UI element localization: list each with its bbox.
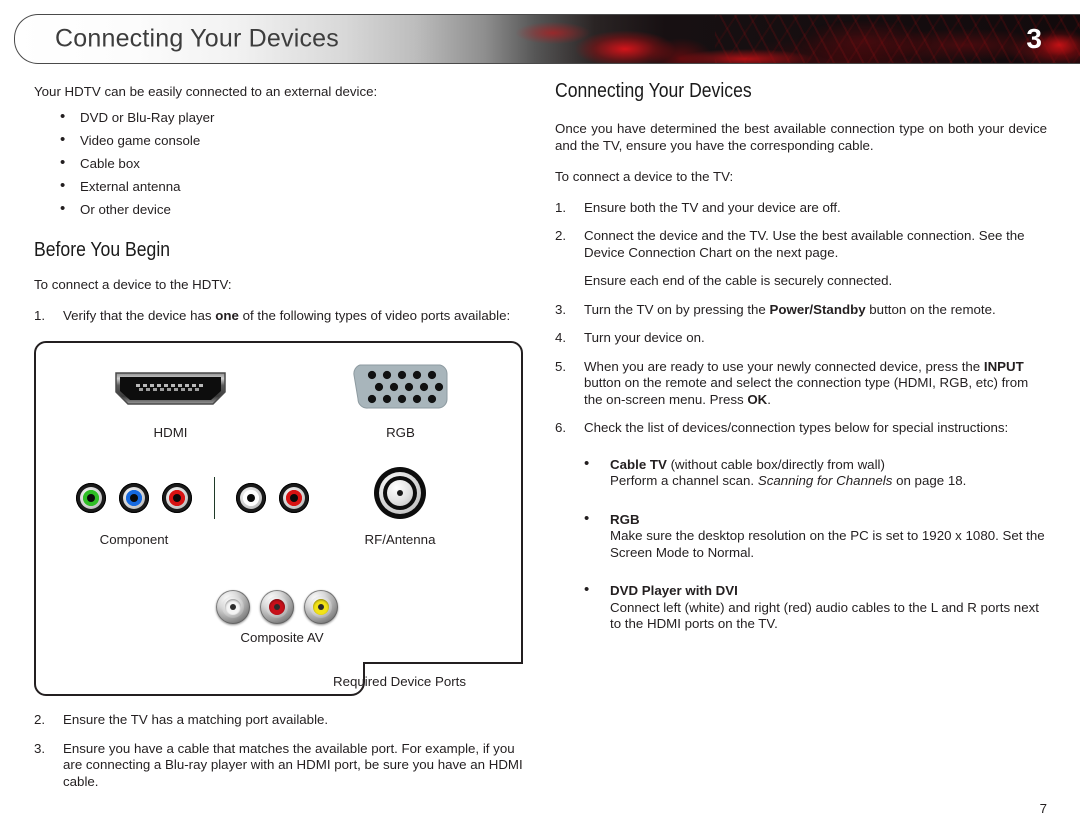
rf-antenna-port-icon	[374, 467, 426, 519]
step-text: Ensure the TV has a matching port availa…	[63, 712, 329, 727]
step-item: 3. Turn the TV on by pressing the Power/…	[555, 302, 1047, 319]
device-bullet-list: DVD or Blu-Ray player Video game console…	[34, 109, 526, 219]
red-smoke-decoration	[445, 15, 1080, 63]
page-number: 7	[1039, 801, 1047, 816]
audio-jack-red	[279, 483, 309, 513]
step-text: Turn your device on.	[584, 330, 705, 345]
rf-antenna-port-label: RF/Antenna	[364, 532, 436, 547]
step-item: 1. Verify that the device has one of the…	[34, 308, 526, 325]
hdtv-steps-list-part1: 1. Verify that the device has one of the…	[34, 308, 526, 325]
list-item: DVD or Blu-Ray player	[34, 109, 526, 127]
composite-av-port-label: Composite AV	[240, 630, 324, 645]
step-number: 3.	[34, 740, 46, 756]
step-sub-text: Ensure each end of the cable is securely…	[584, 273, 893, 288]
composite-jack-white	[216, 590, 250, 624]
special-instructions-list: Cable TV (without cable box/directly fro…	[555, 456, 1047, 633]
list-item: DVD Player with DVIConnect left (white) …	[555, 582, 1047, 633]
right-column: Connecting Your Devices Once you have de…	[555, 80, 1047, 655]
audio-jack-white	[236, 483, 266, 513]
diagram-tab-label: Required Device Ports	[333, 674, 467, 689]
rgb-port-label: RGB	[386, 425, 415, 440]
component-port-label: Component	[99, 532, 169, 547]
step-text: Turn the TV on by pressing the Power/Sta…	[584, 301, 996, 317]
right-intro-paragraph: Once you have determined the best availa…	[555, 121, 1047, 153]
step-item: 3. Ensure you have a cable that matches …	[34, 741, 526, 791]
step-number: 4.	[555, 330, 567, 345]
header-banner: Connecting Your Devices 3	[14, 14, 1080, 64]
section-heading-connecting-your-devices: Connecting Your Devices	[555, 80, 752, 102]
step-number: 1.	[555, 199, 567, 215]
step-text: Connect the device and the TV. Use the b…	[584, 228, 1025, 260]
page-header: Connecting Your Devices 3	[0, 14, 1080, 64]
composite-jack-red	[260, 590, 294, 624]
step-number: 5.	[555, 358, 567, 374]
step-text: Check the list of devices/connection typ…	[584, 420, 1009, 435]
step-item: 1. Ensure both the TV and your device ar…	[555, 200, 1047, 217]
intro-paragraph: Your HDTV can be easily connected to an …	[34, 84, 378, 99]
chapter-number: 3	[1026, 23, 1042, 54]
component-jack-green	[76, 483, 106, 513]
step-number: 2.	[34, 712, 46, 727]
left-column: Your HDTV can be easily connected to an …	[34, 84, 526, 337]
jack-group-divider	[214, 477, 215, 519]
step-number: 1.	[34, 308, 46, 323]
step-item: 5. When you are ready to use your newly …	[555, 359, 1047, 409]
hdmi-port-icon	[112, 371, 229, 406]
lead-in-text: To connect a device to the HDTV:	[34, 276, 232, 292]
composite-jack-yellow	[304, 590, 338, 624]
hdtv-steps-list-part2: 2. Ensure the TV has a matching port ava…	[34, 712, 526, 790]
step-item: 4. Turn your device on.	[555, 330, 1047, 347]
step-item: 2. Connect the device and the TV. Use th…	[555, 228, 1047, 290]
page-title: Connecting Your Devices	[55, 24, 339, 53]
step-text: Verify that the device has one of the fo…	[63, 308, 511, 323]
step-text: When you are ready to use your newly con…	[584, 358, 1029, 407]
right-lead-in-text: To connect a device to the TV:	[555, 169, 734, 184]
list-item: RGBMake sure the desktop resolution on t…	[555, 511, 1047, 562]
list-item: External antenna	[34, 178, 526, 196]
step-text: Ensure both the TV and your device are o…	[584, 199, 841, 215]
component-jack-red	[162, 483, 192, 513]
list-item: Video game console	[34, 132, 526, 150]
step-number: 3.	[555, 301, 567, 317]
required-device-ports-diagram: HDMI RGB Component RF/Antenna Composite …	[34, 341, 523, 696]
red-texture-decoration	[715, 15, 1080, 63]
step-number: 6.	[555, 420, 567, 435]
step-item: 6. Check the list of devices/connection …	[555, 420, 1047, 437]
hdmi-port-label: HDMI	[153, 425, 188, 440]
left-column-continued: 2. Ensure the TV has a matching port ava…	[34, 712, 526, 802]
list-item: Or other device	[34, 201, 526, 219]
list-item: Cable TV (without cable box/directly fro…	[555, 456, 1047, 490]
step-text: Ensure you have a cable that matches the…	[63, 740, 523, 789]
step-number: 2.	[555, 228, 567, 243]
component-jack-blue	[119, 483, 149, 513]
step-item: 2. Ensure the TV has a matching port ava…	[34, 712, 526, 729]
list-item: Cable box	[34, 155, 526, 173]
tv-steps-list: 1. Ensure both the TV and your device ar…	[555, 200, 1047, 437]
rgb-port-icon	[352, 363, 449, 410]
section-heading-before-you-begin: Before You Begin	[34, 238, 171, 261]
